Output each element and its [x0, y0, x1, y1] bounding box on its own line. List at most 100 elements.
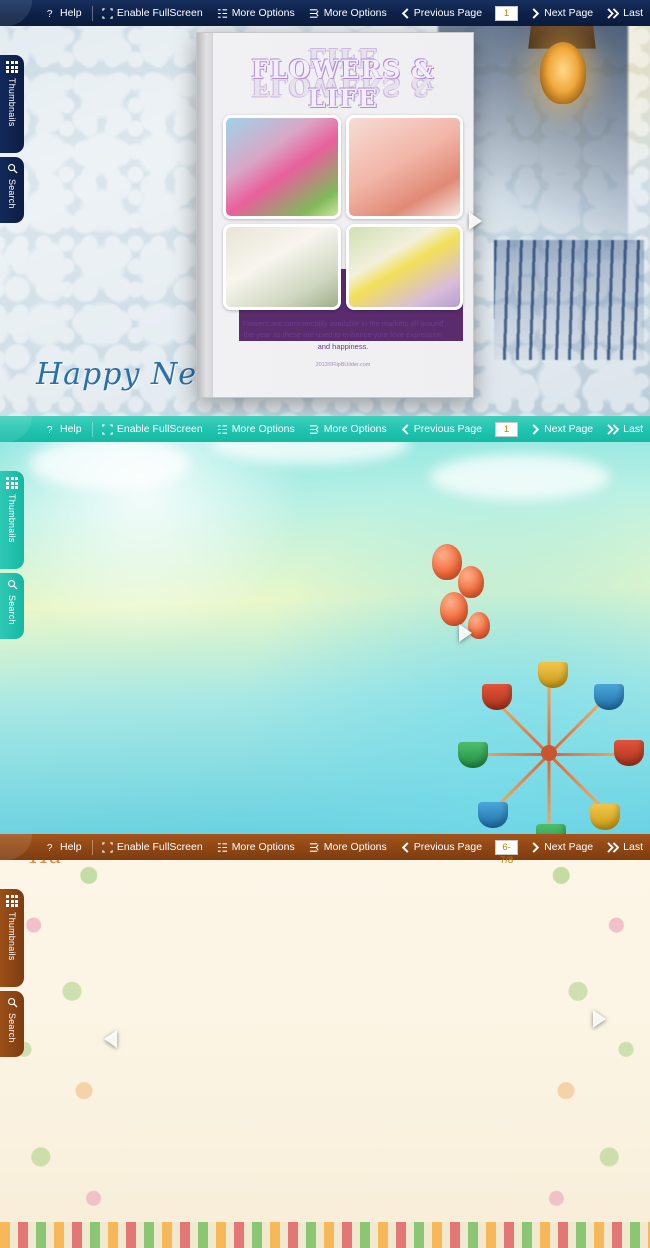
- sidebar-item-search[interactable]: Search: [0, 573, 24, 639]
- book-spine: [197, 33, 213, 397]
- grid-icon: [6, 895, 18, 907]
- viewer-toolbar-2: ? Help Enable FullScreen More Options Mo…: [0, 416, 650, 442]
- cover-caption: Flowers are commercially available in th…: [242, 319, 444, 351]
- thumbnails-label: Thumbnails: [7, 494, 17, 543]
- viewer-sidebar-3: Thumbnails Search: [0, 889, 24, 1057]
- last-page-label: Last: [623, 7, 643, 19]
- more-options-button-1[interactable]: More Options: [210, 0, 302, 26]
- next-page-label: Next Page: [544, 841, 594, 853]
- flipbook-viewer-panel-3: Ha Flowers in Home Flower is one of the …: [0, 834, 650, 1248]
- viewer-toolbar-1: ? Help Enable FullScreen More Options Mo…: [0, 0, 650, 26]
- thumbnails-label: Thumbnails: [7, 912, 17, 961]
- next-page-button[interactable]: Next Page: [524, 834, 600, 860]
- ferris-wheel-graphic: [454, 658, 644, 834]
- thumbnails-label: Thumbnails: [7, 78, 17, 127]
- chevron-right-icon: [531, 423, 540, 435]
- previous-page-label: Previous Page: [413, 423, 483, 435]
- question-mark-icon: ?: [45, 8, 56, 19]
- chevron-left-icon: [401, 841, 410, 853]
- more-options-label-1: More Options: [231, 841, 295, 853]
- balloon-shape: [432, 544, 462, 580]
- more-options-button-2[interactable]: More Options: [302, 416, 394, 442]
- chevron-right-icon: [531, 7, 540, 19]
- help-button[interactable]: ? Help: [38, 834, 89, 860]
- more-options-button-2[interactable]: More Options: [302, 0, 394, 26]
- sidebar-item-thumbnails[interactable]: Thumbnails: [0, 471, 24, 569]
- cover-title: FLOWERS & LIFE: [251, 55, 435, 113]
- peach-rose-photo: [345, 115, 463, 219]
- sidebar-item-search[interactable]: Search: [0, 991, 24, 1057]
- next-page-arrow[interactable]: [469, 212, 482, 230]
- fullscreen-label: Enable FullScreen: [116, 423, 203, 435]
- grid-icon: [6, 61, 18, 73]
- previous-page-label: Previous Page: [413, 841, 483, 853]
- help-button[interactable]: ? Help: [38, 0, 89, 26]
- more-options-label-1: More Options: [231, 423, 295, 435]
- daisy-photo: [345, 224, 463, 310]
- viewer-sidebar-2: Thumbnails Search: [0, 471, 24, 639]
- last-page-button[interactable]: Last: [600, 0, 650, 26]
- more-options-button-2[interactable]: More Options: [302, 834, 394, 860]
- double-chevron-right-icon: [607, 423, 620, 435]
- chevron-left-icon: [401, 423, 410, 435]
- fullscreen-label: Enable FullScreen: [116, 841, 203, 853]
- page-number-input[interactable]: 1: [495, 5, 519, 21]
- page-footer-watermark: 2013©FlipBUilder.com: [315, 361, 371, 368]
- next-page-button[interactable]: Next Page: [524, 416, 600, 442]
- sidebar-item-thumbnails[interactable]: Thumbnails: [0, 889, 24, 987]
- svg-text:?: ?: [47, 843, 53, 853]
- blue-railing: [494, 240, 644, 360]
- balloon-shape: [458, 566, 484, 598]
- question-mark-icon: ?: [45, 424, 56, 435]
- previous-page-arrow[interactable]: [104, 1030, 117, 1048]
- next-page-button[interactable]: Next Page: [524, 0, 600, 26]
- last-page-button[interactable]: Last: [600, 416, 650, 442]
- sidebar-item-thumbnails[interactable]: Thumbnails: [0, 55, 24, 153]
- more-options-button-1[interactable]: More Options: [210, 834, 302, 860]
- floral-border-right: [530, 834, 650, 1248]
- fullscreen-button[interactable]: Enable FullScreen: [95, 416, 210, 442]
- double-chevron-right-icon: [607, 7, 620, 19]
- viewer-sidebar-1: Thumbnails Search: [0, 55, 24, 223]
- cover-photo-grid: [223, 115, 463, 310]
- cloud-shape: [430, 454, 610, 500]
- list-options-alt-icon: [309, 842, 320, 853]
- floral-footer-band: [0, 1222, 650, 1248]
- svg-text:?: ?: [47, 9, 53, 19]
- more-options-label-1: More Options: [231, 7, 295, 19]
- viewer-stage-3: Ha: [0, 834, 650, 1248]
- magnifier-icon: [7, 579, 18, 590]
- search-label: Search: [7, 179, 17, 209]
- flipbook-viewer-panel-1: Happy New FLOWERS & LIFE FLOWERS & LIFE …: [0, 0, 650, 416]
- previous-page-button[interactable]: Previous Page: [394, 0, 489, 26]
- grid-icon: [6, 477, 18, 489]
- search-label: Search: [7, 1013, 17, 1043]
- flipbook-page-1[interactable]: FLOWERS & LIFE FLOWERS & LIFE Flowers ar…: [196, 32, 474, 398]
- help-label: Help: [60, 7, 82, 19]
- expand-icon: [102, 841, 113, 853]
- viewer-toolbar-3: ? Help Enable FullScreen More Options Mo…: [0, 834, 650, 866]
- help-button[interactable]: ? Help: [38, 416, 89, 442]
- previous-page-label: Previous Page: [413, 7, 483, 19]
- help-label: Help: [60, 841, 82, 853]
- more-options-label-2: More Options: [323, 841, 387, 853]
- fullscreen-button[interactable]: Enable FullScreen: [95, 834, 210, 860]
- more-options-button-1[interactable]: More Options: [210, 416, 302, 442]
- expand-icon: [102, 7, 113, 19]
- previous-page-button[interactable]: Previous Page: [394, 416, 489, 442]
- help-label: Help: [60, 423, 82, 435]
- list-options-alt-icon: [309, 424, 320, 435]
- sidebar-item-search[interactable]: Search: [0, 157, 24, 223]
- fullscreen-button[interactable]: Enable FullScreen: [95, 0, 210, 26]
- last-page-button[interactable]: Last: [600, 834, 650, 860]
- page-number-input[interactable]: 1: [495, 421, 519, 437]
- expand-icon: [102, 423, 113, 435]
- street-lamp-glow: [540, 42, 586, 104]
- next-page-arrow[interactable]: [593, 1010, 606, 1028]
- balloon-shape: [440, 592, 468, 626]
- white-roses-photo: [223, 224, 341, 310]
- page-number-input[interactable]: 6-7/8: [495, 839, 519, 866]
- previous-page-button[interactable]: Previous Page: [394, 834, 489, 860]
- viewer-stage-2: [0, 416, 650, 834]
- next-page-arrow[interactable]: [459, 624, 472, 642]
